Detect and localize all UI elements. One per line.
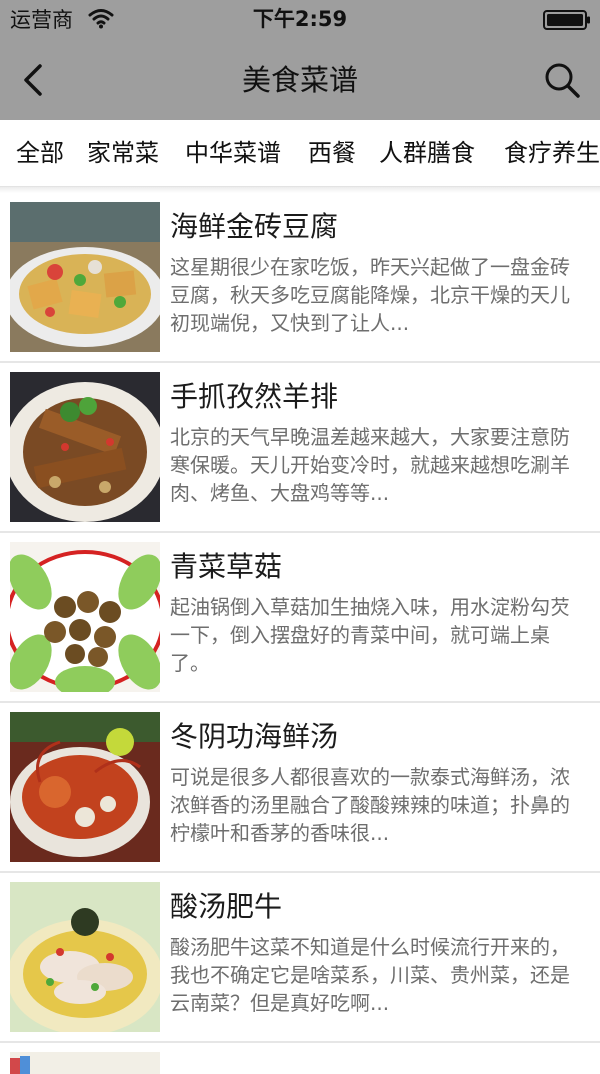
search-icon[interactable] xyxy=(542,60,582,100)
recipe-description: 起油锅倒入草菇加生抽烧入味，用水淀粉勾芡一下，倒入摆盘好的青菜中间，就可端上桌了… xyxy=(170,595,570,675)
recipe-thumbnail xyxy=(10,372,160,522)
tab-chinese[interactable]: 中华菜谱 xyxy=(185,136,281,170)
tab-dietary-therapy[interactable]: 食疗养生 xyxy=(504,136,600,170)
recipe-thumbnail xyxy=(10,542,160,692)
recipe-row[interactable]: 酸汤肥牛 酸汤肥牛这菜不知道是什么时候流行开来的，我也不确定它是啥菜系，川菜、贵… xyxy=(0,873,600,1043)
recipe-description: 酸汤肥牛这菜不知道是什么时候流行开来的，我也不确定它是啥菜系，川菜、贵州菜，还是… xyxy=(170,935,570,1015)
recipe-thumbnail xyxy=(10,1052,160,1074)
recipe-description: 这星期很少在家吃饭，昨天兴起做了一盘金砖豆腐，秋天多吃豆腐能降燥，北京干燥的天儿… xyxy=(170,255,570,335)
recipe-title: 青菜草菇 xyxy=(170,550,283,583)
recipe-thumbnail xyxy=(10,202,160,352)
recipe-title: 酸汤肥牛 xyxy=(170,890,283,923)
tab-western[interactable]: 西餐 xyxy=(308,136,356,170)
recipe-title: 海鲜金砖豆腐 xyxy=(170,210,339,243)
recipe-title: 手抓孜然羊排 xyxy=(170,380,339,413)
navigation-bar: 美食菜谱 xyxy=(0,40,600,120)
chevron-left-icon[interactable] xyxy=(18,60,48,100)
status-bar: 运营商 下午2:59 xyxy=(0,0,600,40)
recipe-row[interactable]: 海鲜金砖豆腐 这星期很少在家吃饭，昨天兴起做了一盘金砖豆腐，秋天多吃豆腐能降燥，… xyxy=(0,193,600,363)
recipe-row[interactable]: 冬阴功海鲜汤 可说是很多人都很喜欢的一款泰式海鲜汤，浓浓鲜香的汤里融合了酸酸辣辣… xyxy=(0,703,600,873)
recipe-row[interactable]: 青菜草菇 起油锅倒入草菇加生抽烧入味，用水淀粉勾芡一下，倒入摆盘好的青菜中间，就… xyxy=(0,533,600,703)
category-tabs: 全部 家常菜 中华菜谱 西餐 人群膳食 食疗养生 xyxy=(0,120,600,187)
recipe-description: 可说是很多人都很喜欢的一款泰式海鲜汤，浓浓鲜香的汤里融合了酸酸辣辣的味道；扑鼻的… xyxy=(170,765,570,845)
recipe-title: 冬阴功海鲜汤 xyxy=(170,720,339,753)
tab-all[interactable]: 全部 xyxy=(16,136,64,170)
status-time: 下午2:59 xyxy=(252,7,348,31)
page-title: 美食菜谱 xyxy=(241,63,358,97)
top-bar: 运营商 下午2:59 美食菜谱 xyxy=(0,0,600,120)
tab-home-cooking[interactable]: 家常菜 xyxy=(87,136,159,170)
recipe-thumbnail xyxy=(10,712,160,862)
recipe-row[interactable]: 手抓孜然羊排 北京的天气早晚温差越来越大，大家要注意防寒保暖。天儿开始变冷时，就… xyxy=(0,363,600,533)
recipe-description: 北京的天气早晚温差越来越大，大家要注意防寒保暖。天儿开始变冷时，就越来越想吃涮羊… xyxy=(170,425,570,505)
recipe-row-partial[interactable] xyxy=(0,1043,600,1074)
recipe-thumbnail xyxy=(10,882,160,1032)
battery-icon xyxy=(543,10,590,30)
tab-diet-groups[interactable]: 人群膳食 xyxy=(379,136,475,170)
